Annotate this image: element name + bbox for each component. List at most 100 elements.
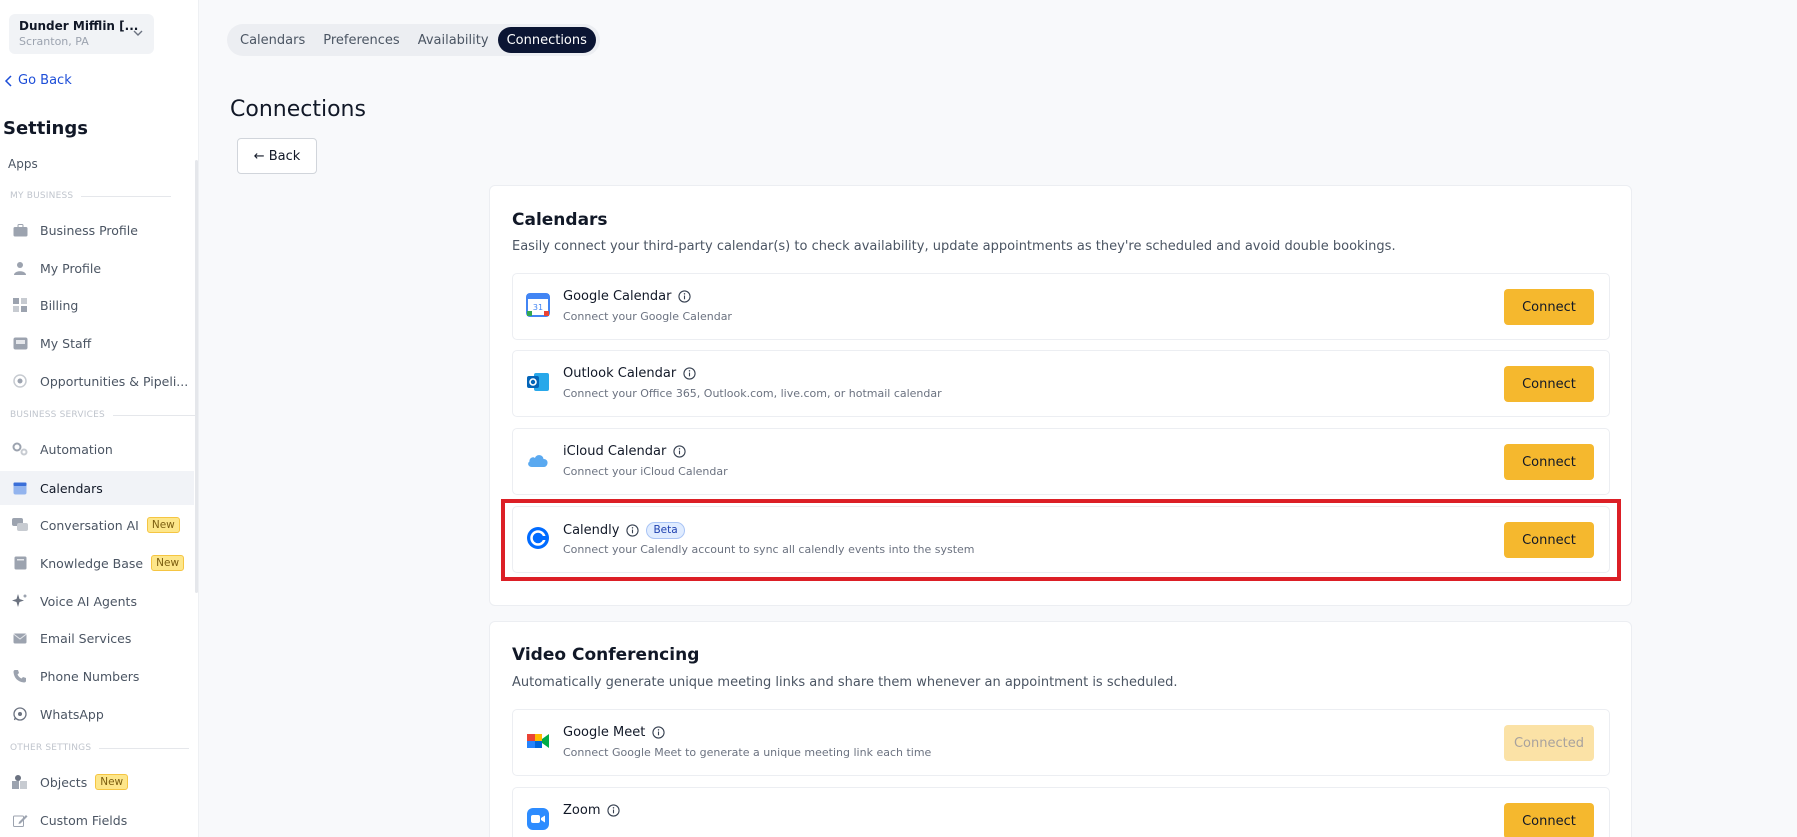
highlight-box: [501, 499, 1621, 581]
outlook-calendar-connect-button[interactable]: Connect: [1504, 366, 1594, 402]
sidebar-item-email-services[interactable]: Email Services: [0, 621, 194, 655]
chat-icon: [12, 517, 28, 533]
edit-icon: [12, 812, 28, 828]
top-tabs: Calendars Preferences Availability Conne…: [227, 24, 600, 56]
google-calendar-row: 31 Google Calendar Connect your Google C…: [512, 273, 1610, 340]
phone-icon: [12, 668, 28, 684]
tab-preferences[interactable]: Preferences: [314, 27, 408, 53]
objects-icon: [12, 774, 28, 790]
location-city: Scranton, PA: [19, 35, 89, 48]
sidebar-item-label: Email Services: [40, 630, 132, 646]
card-title: Video Conferencing: [512, 645, 700, 665]
tab-calendars[interactable]: Calendars: [231, 27, 314, 53]
row-title: iCloud Calendar: [563, 444, 667, 459]
sidebar-item-label: Calendars: [40, 480, 103, 496]
zoom-icon: [527, 808, 549, 830]
location-switcher[interactable]: Dunder Mifflin [... Scranton, PA: [9, 14, 154, 54]
outlook-calendar-row: Outlook Calendar Connect your Office 365…: [512, 350, 1610, 417]
person-icon: [12, 260, 28, 276]
info-icon[interactable]: [673, 445, 686, 458]
sidebar-item-label: Phone Numbers: [40, 668, 140, 684]
section-business-services: BUSINESS SERVICES: [10, 410, 198, 420]
back-button[interactable]: ← Back: [237, 138, 317, 174]
book-icon: [12, 555, 28, 571]
row-description: Connect your iCloud Calendar: [563, 465, 728, 478]
sidebar-item-billing[interactable]: Billing: [0, 288, 194, 322]
new-badge: New: [95, 774, 129, 790]
sidebar-item-label: Opportunities & Pipeli...: [40, 373, 189, 389]
sidebar-item-business-profile[interactable]: Business Profile: [0, 213, 194, 247]
row-title: Google Calendar: [563, 289, 672, 304]
sidebar-item-apps[interactable]: Apps: [8, 157, 38, 171]
row-title: Outlook Calendar: [563, 366, 677, 381]
sidebar-scrollbar[interactable]: [195, 160, 198, 593]
sidebar-item-label: Objects: [40, 774, 88, 790]
location-name: Dunder Mifflin [...: [19, 19, 139, 33]
tab-connections[interactable]: Connections: [497, 27, 596, 53]
sidebar-item-whatsapp[interactable]: WhatsApp: [0, 697, 194, 731]
sidebar-item-custom-fields[interactable]: Custom Fields: [0, 803, 194, 837]
sidebar-item-label: Business Profile: [40, 222, 138, 238]
google-meet-row: Google Meet Connect Google Meet to gener…: [512, 709, 1610, 776]
icloud-calendar-connect-button[interactable]: Connect: [1504, 444, 1594, 480]
google-calendar-connect-button[interactable]: Connect: [1504, 289, 1594, 325]
section-my-business: MY BUSINESS: [10, 191, 171, 201]
page-title: Connections: [230, 97, 366, 122]
sidebar-item-knowledge-base[interactable]: Knowledge Base New: [0, 546, 194, 580]
calendar-icon: [12, 480, 28, 496]
sparkle-icon: [12, 593, 28, 609]
chevron-left-icon: [4, 74, 12, 87]
card-title: Calendars: [512, 210, 608, 230]
outlook-icon: [527, 373, 549, 391]
sidebar-item-label: Conversation AI: [40, 517, 139, 533]
mail-icon: [12, 630, 28, 646]
card-subtitle: Easily connect your third-party calendar…: [512, 239, 1396, 254]
row-description: Connect Google Meet to generate a unique…: [563, 746, 932, 759]
video-conferencing-card: Video Conferencing Automatically generat…: [489, 621, 1632, 837]
sidebar-item-label: Automation: [40, 441, 113, 457]
new-badge: New: [151, 555, 185, 571]
sidebar-item-opportunities[interactable]: Opportunities & Pipeli...: [0, 364, 194, 398]
section-other-settings: OTHER SETTINGS: [10, 743, 189, 753]
info-icon[interactable]: [607, 804, 621, 817]
grid-icon: [12, 297, 28, 313]
chevron-down-icon: [133, 30, 143, 36]
sidebar-item-label: Knowledge Base: [40, 555, 144, 571]
row-description: Connect your Office 365, Outlook.com, li…: [563, 387, 942, 400]
zoom-row: Zoom Connect: [512, 787, 1610, 837]
row-title: Google Meet: [563, 725, 646, 740]
card-subtitle: Automatically generate unique meeting li…: [512, 675, 1178, 690]
google-calendar-icon: 31: [526, 293, 550, 317]
sidebar-item-label: My Profile: [40, 260, 102, 276]
sidebar-item-phone-numbers[interactable]: Phone Numbers: [0, 659, 194, 693]
sidebar-item-automation[interactable]: Automation: [0, 432, 194, 466]
tab-availability[interactable]: Availability: [409, 27, 498, 53]
sidebar-item-label: Custom Fields: [40, 812, 128, 828]
go-back-link[interactable]: Go Back: [4, 73, 72, 88]
sidebar-item-label: My Staff: [40, 335, 92, 351]
target-icon: [12, 373, 28, 389]
go-back-label: Go Back: [18, 73, 72, 88]
staff-icon: [12, 335, 28, 351]
sidebar-item-calendars[interactable]: Calendars: [0, 471, 194, 505]
sidebar-item-my-staff[interactable]: My Staff: [0, 326, 194, 360]
row-title: Zoom: [563, 803, 601, 818]
sidebar-item-my-profile[interactable]: My Profile: [0, 251, 194, 285]
google-meet-icon: [527, 734, 549, 748]
briefcase-icon: [12, 222, 28, 238]
icloud-calendar-row: iCloud Calendar Connect your iCloud Cale…: [512, 428, 1610, 495]
gears-icon: [12, 441, 28, 457]
icloud-icon: [528, 455, 548, 467]
sidebar-item-voice-ai-agents[interactable]: Voice AI Agents: [0, 584, 194, 618]
sidebar-item-objects[interactable]: Objects New: [0, 765, 194, 799]
sidebar: Dunder Mifflin [... Scranton, PA Go Back…: [0, 0, 199, 837]
zoom-connect-button[interactable]: Connect: [1504, 803, 1594, 837]
sidebar-item-conversation-ai[interactable]: Conversation AI New: [0, 508, 194, 542]
google-meet-connected-button[interactable]: Connected: [1504, 725, 1594, 761]
info-icon[interactable]: [678, 290, 692, 303]
sidebar-item-label: Billing: [40, 297, 79, 313]
sidebar-item-label: Voice AI Agents: [40, 593, 137, 609]
info-icon[interactable]: [652, 726, 665, 739]
info-icon[interactable]: [683, 367, 696, 380]
row-description: Connect your Google Calendar: [563, 310, 732, 323]
